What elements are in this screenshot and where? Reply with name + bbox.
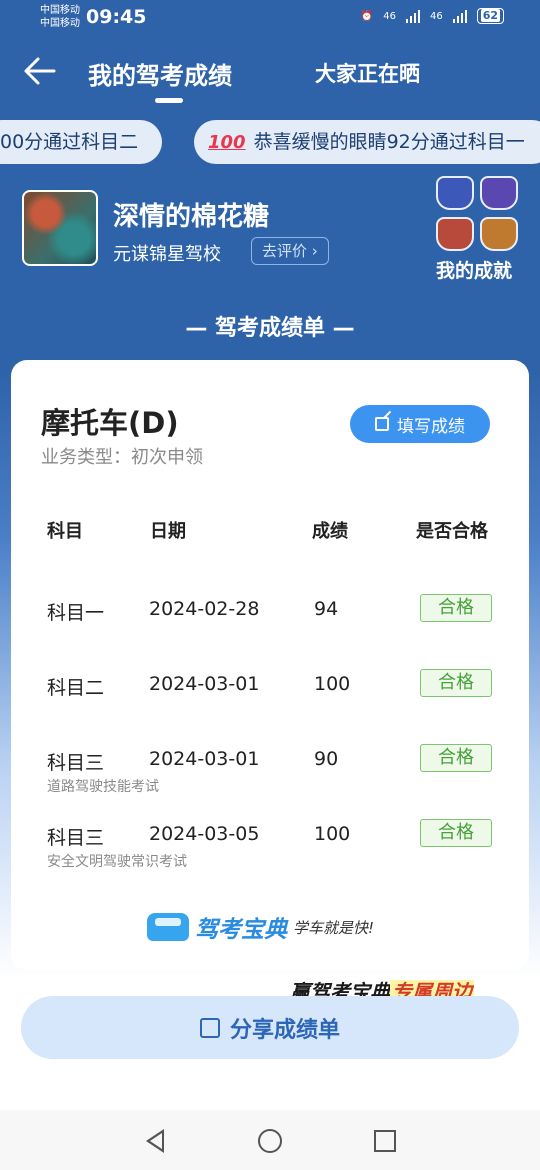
pass-badge: 合格 (420, 669, 492, 697)
ticker-text: 00分通过科目二 (0, 131, 139, 153)
brand-footer: 驾考宝典 学车就是快! (147, 910, 374, 944)
fill-score-label: 填写成绩 (397, 416, 465, 437)
vehicle-type: 摩托车(D) (41, 406, 179, 440)
pass-badge: 合格 (420, 819, 492, 847)
column-header-passed: 是否合格 (416, 521, 488, 542)
share-icon (199, 1017, 220, 1038)
row-date: 2024-02-28 (149, 598, 260, 620)
share-score-button[interactable]: 分享成绩单 (21, 996, 519, 1059)
pass-badge: 合格 (420, 594, 492, 622)
car-logo-icon (147, 913, 189, 941)
badge-icon (480, 176, 518, 210)
ticker-item: 100 恭喜缓慢的眼睛92分通过科目一 (194, 120, 540, 164)
column-header-subject: 科目 (47, 521, 83, 542)
business-type: 业务类型：初次申领 (41, 447, 203, 468)
score-card: 摩托车(D) 业务类型：初次申领 填写成绩 科目 日期 成绩 是否合格 科目一 … (11, 360, 529, 970)
row-date: 2024-03-05 (149, 823, 260, 845)
hundred-points-icon: 100 (208, 132, 246, 153)
share-label: 分享成绩单 (229, 1017, 340, 1043)
tab-everyone-sharing[interactable]: 大家正在晒 (315, 58, 420, 88)
achievement-badges[interactable] (436, 176, 520, 252)
badge-icon (436, 217, 474, 251)
ticker-item: 00分通过科目二 (0, 120, 162, 164)
nav-recents-icon[interactable] (374, 1130, 396, 1152)
user-name: 深情的棉花糖 (113, 202, 270, 232)
tab-active-indicator (155, 98, 183, 103)
clock: 09:45 (86, 6, 147, 28)
nav-home-icon[interactable] (258, 1129, 282, 1153)
signal-label-2: 46 (429, 10, 443, 22)
battery-icon: 62 (476, 8, 504, 24)
badge-icon (436, 176, 474, 210)
carrier-labels: 中国移动 中国移动 (40, 4, 80, 30)
alarm-icon: ⏰ (360, 10, 374, 22)
system-nav-bar (0, 1110, 540, 1170)
signal-label-1: 46 (383, 10, 396, 22)
tab-my-scores[interactable]: 我的驾考成绩 (88, 56, 232, 91)
pass-badge: 合格 (420, 744, 492, 772)
signal-bars-icon-2 (452, 9, 467, 23)
badge-icon (480, 217, 518, 251)
row-date: 2024-03-01 (149, 673, 260, 695)
row-note: 道路驾驶技能考试 (47, 779, 159, 795)
battery-level: 62 (480, 9, 500, 22)
edit-icon (375, 417, 389, 431)
row-subject: 科目三 (47, 752, 105, 774)
brand-name: 驾考宝典 (195, 917, 287, 943)
row-score: 100 (314, 823, 351, 845)
row-subject: 科目二 (47, 677, 105, 699)
brand-slogan: 学车就是快! (293, 918, 375, 937)
row-score: 90 (314, 748, 339, 770)
status-bar: 中国移动 中国移动 09:45 ⏰ 46 46 62 (0, 0, 540, 36)
column-header-score: 成绩 (312, 521, 348, 542)
signal-bars-icon (405, 9, 420, 23)
row-subject: 科目三 (47, 827, 105, 849)
avatar[interactable] (22, 190, 98, 266)
fill-score-button[interactable]: 填写成绩 (350, 405, 490, 443)
column-header-date: 日期 (150, 521, 186, 542)
row-score: 94 (314, 598, 339, 620)
status-icons: ⏰ 46 46 62 (361, 8, 504, 24)
row-note: 安全文明驾驶常识考试 (47, 854, 187, 870)
driving-school: 元谋锦星驾校 (113, 244, 221, 265)
row-date: 2024-03-01 (149, 748, 260, 770)
row-subject: 科目一 (47, 602, 105, 624)
section-title: — 驾考成绩单 — (185, 316, 355, 341)
back-arrow-icon[interactable] (22, 56, 56, 86)
achievements-label[interactable]: 我的成就 (436, 256, 512, 283)
rate-school-button[interactable]: 去评价 › (251, 237, 329, 265)
row-score: 100 (314, 673, 351, 695)
carrier-1: 中国移动 (40, 5, 80, 16)
nav-back-icon[interactable] (146, 1129, 164, 1153)
carrier-2: 中国移动 (40, 18, 80, 29)
ticker-text: 恭喜缓慢的眼睛92分通过科目一 (253, 131, 525, 153)
